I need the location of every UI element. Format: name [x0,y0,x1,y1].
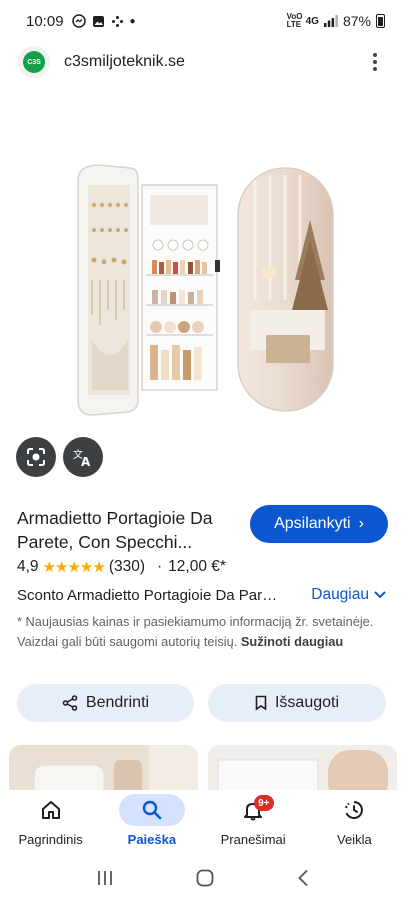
status-right: VoO LTE 4G 87% [287,13,385,29]
review-count: (330) [108,558,145,575]
nav-search-label: Paieška [127,832,177,847]
site-name[interactable]: c3smiljoteknik.se [64,53,185,71]
home-button-icon[interactable] [196,869,214,887]
dot-icon: ● [129,15,136,27]
share-button[interactable]: Bendrinti [17,684,194,722]
disclaimer: * Naujausias kainas ir pasiekiamumo info… [17,612,389,652]
related-result-thumbnail[interactable] [208,745,397,795]
thumbnail-art [208,745,397,795]
more-options-icon[interactable] [363,48,387,76]
nav-activity-icon-wrap [321,794,387,826]
dots-icon [111,15,123,27]
chevron-down-icon [374,591,386,599]
visit-button[interactable]: Apsilankyti › [250,505,388,543]
nav-home-label: Pagrindinis [18,832,83,847]
product-description: Sconto Armadietto Portagioie Da Parete, … [17,586,279,604]
share-icon [62,695,78,711]
battery-icon [376,14,385,28]
star-rating-icon: ★★★★★ [42,559,106,576]
activity-icon [345,801,364,819]
notification-icons: ● [71,14,136,28]
nav-notifications-icon-wrap: 9+ [220,794,286,826]
related-results [0,745,405,795]
product-image-art [77,164,334,416]
share-label: Bendrinti [85,694,150,711]
google-lens-button[interactable] [16,437,56,477]
description-row: Sconto Armadietto Portagioie Da Parete, … [17,586,392,604]
network-type: 4G [305,15,319,27]
recent-apps-icon[interactable] [96,870,114,886]
separator: · [157,558,163,575]
back-icon[interactable] [297,869,309,887]
image-icon [92,15,104,27]
product-title: Armadietto Portagioie Da Parete, Con Spe… [17,508,213,552]
rating-row: 4,9 ★★★★★ (330) · 12,00 €* [17,558,226,576]
site-logo[interactable]: C3S [18,46,50,78]
nav-activity[interactable]: Veikla [304,790,405,852]
site-logo-badge: C3S [23,51,45,73]
nav-notifications[interactable]: 9+ Pranešimai [203,790,304,852]
bottom-nav: Pagrindinis Paieška 9+ Pranešimai Veikla [0,790,405,852]
nav-search-icon-wrap [118,794,185,826]
nav-home-icon-wrap [18,794,84,826]
more-dropdown[interactable]: Daugiau [311,586,386,604]
nav-activity-label: Veikla [337,832,372,847]
price: 12,00 €* [168,558,226,575]
battery-percent: 87% [342,13,371,29]
learn-more-link[interactable]: Sužinoti daugiau [241,634,343,649]
status-time: 10:09 [26,12,64,30]
save-button[interactable]: Išsaugoti [208,684,386,722]
search-icon [142,800,162,820]
site-header: C3S c3smiljoteknik.se [0,42,405,82]
lens-icon [27,448,45,466]
signal-icon [323,15,338,27]
notification-badge: 9+ [254,795,274,811]
product-image[interactable] [70,150,340,425]
related-result-thumbnail[interactable] [9,745,198,795]
system-nav-bar [0,855,405,900]
thumbnail-art [9,745,198,795]
home-icon [41,801,60,819]
save-label: Išsaugoti [274,694,340,711]
chevron-right-icon: › [358,515,364,532]
volte-indicator: VoO LTE [286,12,303,29]
messenger-icon [71,14,86,28]
translate-button[interactable]: 文 A [63,437,103,477]
svg-text:A: A [81,455,91,468]
bookmark-icon [255,695,267,711]
nav-notifications-label: Pranešimai [220,832,286,847]
status-bar: 10:09 ● VoO LTE 4G 87% [0,0,405,42]
visit-label: Apsilankyti [274,515,351,532]
nav-home[interactable]: Pagrindinis [0,790,101,852]
nav-search[interactable]: Paieška [101,790,202,852]
rating-value: 4,9 [17,558,39,575]
more-label: Daugiau [311,586,369,603]
translate-icon: 文 A [73,448,91,468]
